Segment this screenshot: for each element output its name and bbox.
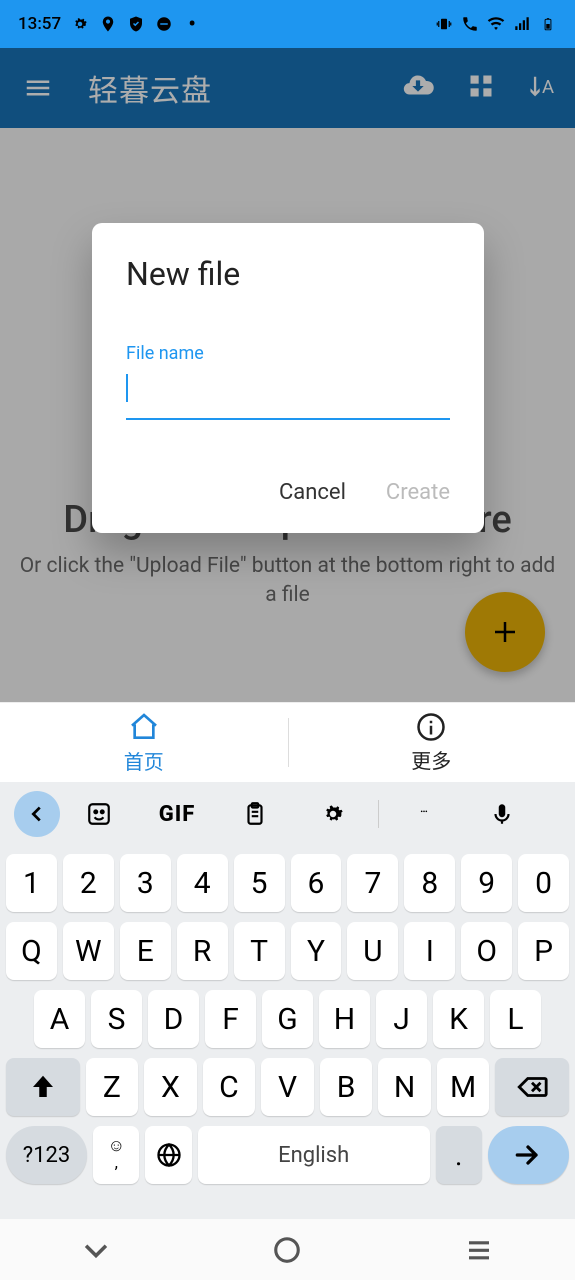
key-f[interactable]: F: [205, 990, 256, 1048]
battery-status-icon: [539, 15, 557, 33]
kb-mic-icon[interactable]: [463, 791, 541, 837]
key-w[interactable]: W: [63, 922, 114, 980]
key-row-2: A S D F G H J K L: [6, 990, 569, 1048]
key-b[interactable]: B: [320, 1058, 373, 1116]
kb-back-icon[interactable]: [14, 791, 60, 837]
add-fab[interactable]: [465, 592, 545, 672]
status-time: 13:57: [18, 14, 61, 34]
key-k[interactable]: K: [433, 990, 484, 1048]
grid-view-button[interactable]: [467, 72, 495, 104]
key-row-nums: 1 2 3 4 5 6 7 8 9 0: [6, 854, 569, 912]
vibrate-status-icon: [435, 15, 453, 33]
key-8[interactable]: 8: [404, 854, 455, 912]
key-row-1: Q W E R T Y U I O P: [6, 922, 569, 980]
app-bar: 轻暮云盘 A: [0, 48, 575, 128]
cloud-download-button[interactable]: [401, 69, 435, 107]
key-2[interactable]: 2: [63, 854, 114, 912]
tab-more-label: 更多: [411, 745, 451, 774]
key-l[interactable]: L: [490, 990, 541, 1048]
settings-status-icon: [71, 15, 89, 33]
key-6[interactable]: 6: [291, 854, 342, 912]
key-a[interactable]: A: [34, 990, 85, 1048]
key-u[interactable]: U: [347, 922, 398, 980]
key-shift[interactable]: [6, 1058, 80, 1116]
key-h[interactable]: H: [319, 990, 370, 1048]
kb-settings-icon[interactable]: [294, 791, 372, 837]
status-bar: 13:57 •: [0, 0, 575, 48]
key-j[interactable]: J: [376, 990, 427, 1048]
kb-sticker-icon[interactable]: [60, 791, 138, 837]
key-x[interactable]: X: [144, 1058, 197, 1116]
key-t[interactable]: T: [234, 922, 285, 980]
key-e[interactable]: E: [120, 922, 171, 980]
key-row-3: Z X C V B N M: [6, 1058, 569, 1116]
key-g[interactable]: G: [262, 990, 313, 1048]
system-nav-bar: [0, 1219, 575, 1280]
tab-home[interactable]: 首页: [0, 703, 288, 782]
kb-more-icon[interactable]: [385, 791, 463, 837]
key-z[interactable]: Z: [86, 1058, 139, 1116]
menu-button[interactable]: [18, 73, 58, 103]
key-5[interactable]: 5: [234, 854, 285, 912]
cancel-button[interactable]: Cancel: [279, 480, 346, 505]
key-enter[interactable]: [488, 1126, 569, 1184]
tab-more[interactable]: 更多: [288, 703, 575, 782]
create-button[interactable]: Create: [386, 480, 450, 505]
key-7[interactable]: 7: [347, 854, 398, 912]
nav-recents[interactable]: [419, 1235, 539, 1265]
bottom-tabs: 首页 更多: [0, 702, 575, 782]
key-r[interactable]: R: [177, 922, 228, 980]
key-i[interactable]: I: [404, 922, 455, 980]
key-v[interactable]: V: [261, 1058, 314, 1116]
kb-clipboard-icon[interactable]: [216, 791, 294, 837]
app-title: 轻暮云盘: [88, 66, 212, 110]
wifi-status-icon: [487, 15, 505, 33]
key-y[interactable]: Y: [291, 922, 342, 980]
key-language[interactable]: [145, 1126, 191, 1184]
dialog-title: New file: [126, 255, 450, 293]
nav-home[interactable]: [227, 1235, 347, 1265]
key-backspace[interactable]: [495, 1058, 569, 1116]
key-q[interactable]: Q: [6, 922, 57, 980]
svg-text:A: A: [542, 76, 554, 98]
shield-status-icon: [127, 15, 145, 33]
drop-hint-sub: Or click the "Upload File" button at the…: [18, 552, 557, 611]
key-o[interactable]: O: [461, 922, 512, 980]
dnd-status-icon: [155, 15, 173, 33]
key-4[interactable]: 4: [177, 854, 228, 912]
key-d[interactable]: D: [148, 990, 199, 1048]
key-0[interactable]: 0: [518, 854, 569, 912]
key-p[interactable]: P: [518, 922, 569, 980]
keyboard-toolbar: GIF: [0, 782, 575, 846]
nav-back[interactable]: [36, 1233, 156, 1267]
key-c[interactable]: C: [203, 1058, 256, 1116]
key-emoji[interactable]: ☺,: [93, 1126, 139, 1184]
key-n[interactable]: N: [378, 1058, 431, 1116]
file-name-input[interactable]: [126, 366, 450, 420]
kb-gif-button[interactable]: GIF: [138, 791, 216, 837]
keyboard: GIF 1 2 3 4 5 6 7 8 9 0 Q W E R T Y U I: [0, 782, 575, 1219]
key-symbols[interactable]: ?123: [6, 1126, 87, 1184]
key-row-4: ?123 ☺, English .: [6, 1126, 569, 1184]
tab-home-label: 首页: [124, 746, 164, 775]
new-file-dialog: New file File name Cancel Create: [92, 223, 484, 533]
key-3[interactable]: 3: [120, 854, 171, 912]
key-s[interactable]: S: [91, 990, 142, 1048]
dot-status-icon: •: [183, 15, 201, 33]
key-space[interactable]: English: [198, 1126, 430, 1184]
signal-status-icon: [513, 15, 531, 33]
sort-button[interactable]: A: [527, 72, 557, 104]
key-9[interactable]: 9: [461, 854, 512, 912]
key-period[interactable]: .: [436, 1126, 482, 1184]
key-m[interactable]: M: [437, 1058, 490, 1116]
location-status-icon: [99, 15, 117, 33]
volte-status-icon: [461, 15, 479, 33]
key-1[interactable]: 1: [6, 854, 57, 912]
field-label: File name: [126, 343, 450, 364]
